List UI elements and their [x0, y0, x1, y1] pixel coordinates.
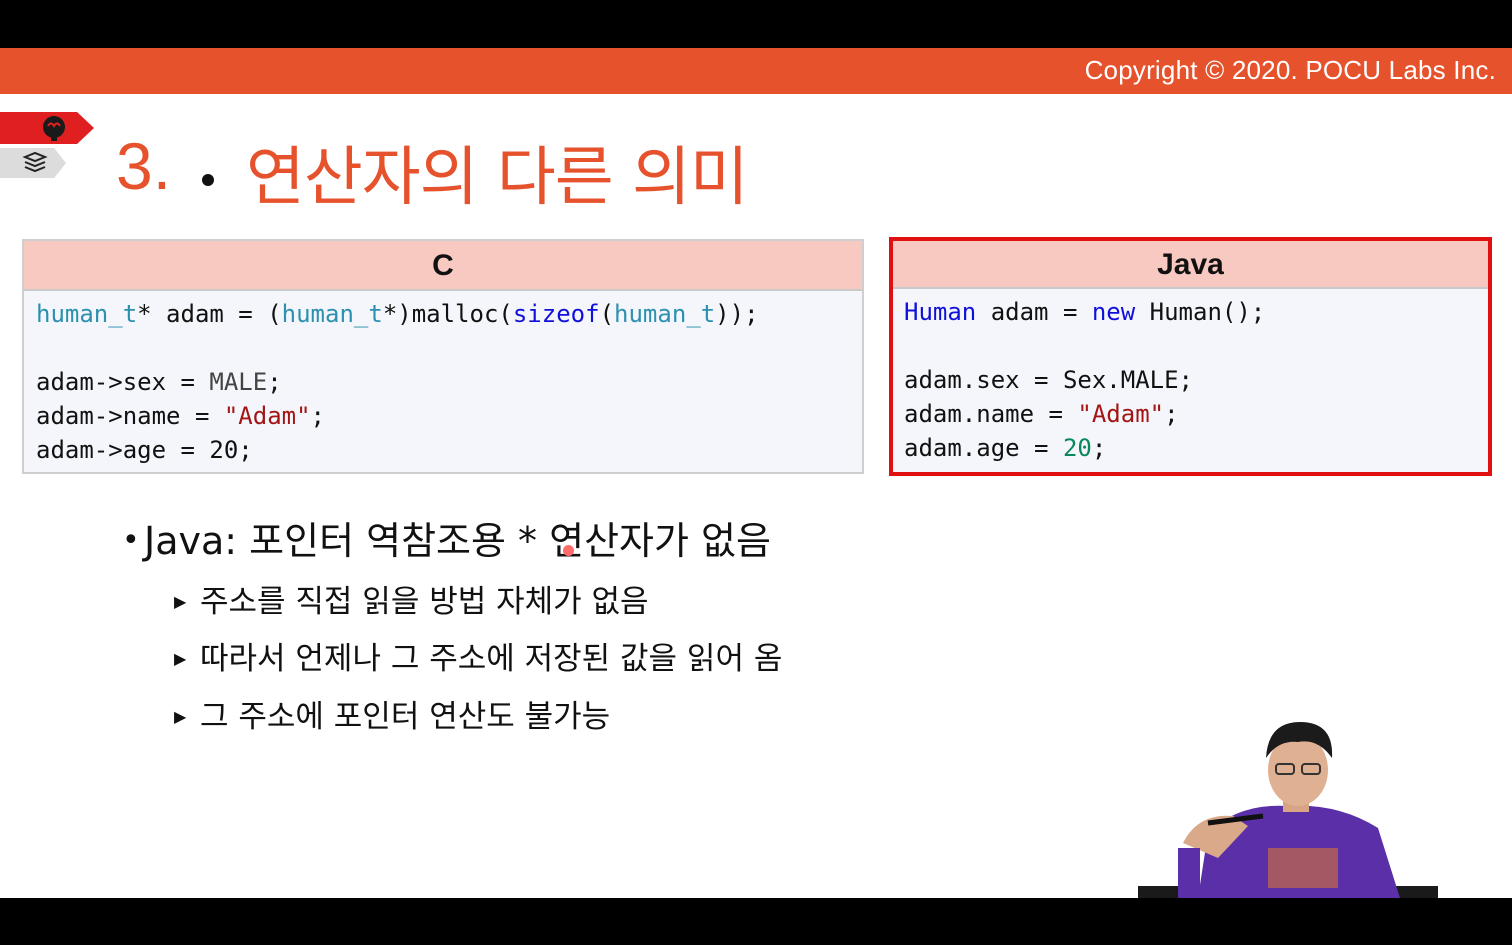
video-frame: Copyright © 2020. POCU Labs Inc. 3. 연산자의… [0, 0, 1512, 945]
code-token: human_t [36, 300, 138, 328]
code-line: adam.name = "Adam"; [904, 397, 1488, 431]
code-token: adam->age = 20; [36, 436, 253, 464]
sub-bullet: ▶ 그 주소에 포인터 연산도 불가능 [174, 691, 610, 736]
code-line: adam->sex = MALE; [36, 365, 862, 399]
c-code-body: human_t* adam = (human_t*)malloc(sizeof(… [24, 291, 862, 467]
sub-bullet: ▶ 따라서 언제나 그 주소에 저장된 값을 읽어 옴 [174, 633, 782, 678]
bullet-dot-icon: • [122, 523, 140, 558]
java-panel-header: Java [893, 241, 1488, 289]
code-line: Human adam = new Human(); [904, 295, 1488, 329]
code-token: )); [715, 300, 759, 328]
code-token: ; [310, 402, 325, 430]
code-token: human_t [281, 300, 383, 328]
code-token: adam.name = [904, 400, 1078, 428]
code-line: adam.age = 20; [904, 431, 1488, 465]
code-token: adam.sex = Sex.MALE; [904, 366, 1193, 394]
books-icon [22, 151, 48, 173]
triangle-bullet-icon: ▶ [174, 649, 187, 668]
main-bullet: • Java: 포인터 역참조용 * 연산자가 없음 [122, 510, 771, 565]
c-panel-header: C [24, 241, 862, 291]
sub-bullet-text: 주소를 직접 읽을 방법 자체가 없음 [200, 584, 649, 620]
code-token: adam = [976, 298, 1092, 326]
c-code-panel: C human_t* adam = (human_t*)malloc(sizeo… [22, 239, 864, 474]
code-token: *)malloc( [382, 300, 513, 328]
slide-title-number: 3. [116, 129, 172, 203]
code-token: ( [599, 300, 615, 328]
java-code-panel: Java Human adam = new Human(); adam.sex =… [889, 237, 1492, 476]
slide: Copyright © 2020. POCU Labs Inc. 3. 연산자의… [0, 48, 1512, 898]
code-line: human_t* adam = (human_t*)malloc(sizeof(… [36, 297, 862, 331]
copyright-text: Copyright © 2020. POCU Labs Inc. [1084, 55, 1496, 85]
sub-bullet: ▶ 주소를 직접 읽을 방법 자체가 없음 [174, 576, 649, 621]
triangle-bullet-icon: ▶ [174, 707, 187, 726]
code-token: adam->sex = [36, 368, 210, 396]
code-line: adam->age = 20; [36, 433, 862, 467]
triangle-bullet-icon: ▶ [174, 592, 187, 611]
code-token: * adam = ( [137, 300, 282, 328]
presenter-video-overlay [1138, 722, 1438, 898]
sub-bullet-text: 그 주소에 포인터 연산도 불가능 [200, 699, 611, 735]
code-token: Human [904, 298, 977, 326]
slide-title: 연산자의 다른 의미 [246, 141, 749, 215]
laser-pointer-dot [563, 545, 574, 556]
code-token: ; [1164, 400, 1179, 428]
code-token: "Adam" [1077, 400, 1165, 428]
brain-icon [43, 116, 65, 141]
code-token: Human(); [1135, 298, 1266, 326]
code-token: MALE [209, 368, 268, 396]
code-token: ; [1091, 434, 1107, 462]
code-token: "Adam" [223, 402, 311, 430]
code-token: adam.age = [904, 434, 1063, 462]
sub-bullet-text: 따라서 언제나 그 주소에 저장된 값을 읽어 옴 [200, 641, 783, 677]
code-token: adam->name = [36, 402, 224, 430]
header-bar: Copyright © 2020. POCU Labs Inc. [0, 48, 1512, 94]
code-token: sizeof [512, 300, 600, 328]
code-token: 20 [1062, 434, 1092, 462]
title-separator-dot [202, 174, 214, 186]
code-token: ; [267, 368, 282, 396]
java-code-body: Human adam = new Human(); adam.sex = Sex.… [893, 289, 1488, 465]
code-token: new [1091, 298, 1136, 326]
code-token: human_t [614, 300, 716, 328]
code-line: adam->name = "Adam"; [36, 399, 862, 433]
main-bullet-text: Java: 포인터 역참조용 * 연산자가 없음 [144, 519, 771, 563]
code-line: adam.sex = Sex.MALE; [904, 363, 1488, 397]
